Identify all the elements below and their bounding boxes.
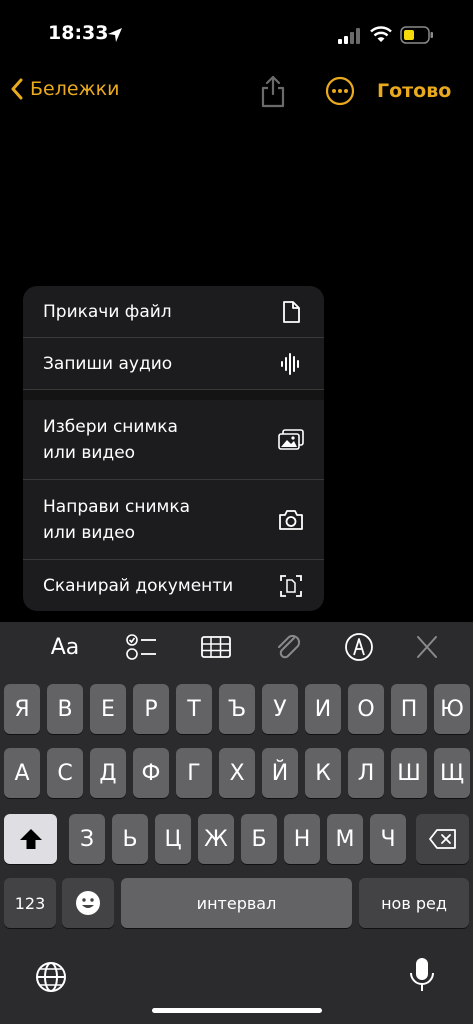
close-icon[interactable] xyxy=(410,632,444,662)
scan-document-icon xyxy=(278,573,304,599)
key[interactable]: П xyxy=(391,684,427,734)
menu-item-label: Прикачи файл xyxy=(43,301,172,322)
markup-pen-icon[interactable] xyxy=(342,632,376,662)
key[interactable]: Л xyxy=(348,748,384,798)
keyboard: Я В Е Р Т Ъ У И О П Ю А С Д Ф Г Х Й К Л … xyxy=(0,672,473,1024)
formatting-toolbar: Aa xyxy=(0,622,473,672)
key[interactable]: Х xyxy=(219,748,255,798)
key[interactable]: Й xyxy=(262,748,298,798)
home-indicator xyxy=(152,1008,322,1013)
key[interactable]: Г xyxy=(176,748,212,798)
back-label: Бележки xyxy=(30,78,120,100)
key[interactable]: Д xyxy=(90,748,126,798)
menu-item-choose-photo[interactable]: Избери снимка или видео xyxy=(23,400,324,480)
return-key[interactable]: нов ред xyxy=(359,878,469,928)
more-options-icon[interactable] xyxy=(325,76,355,106)
key[interactable]: Е xyxy=(90,684,126,734)
key[interactable]: Т xyxy=(176,684,212,734)
menu-item-label: Направи снимка или видео xyxy=(43,496,191,543)
waveform-icon xyxy=(278,351,304,377)
photo-icon xyxy=(278,427,304,453)
backspace-key[interactable] xyxy=(416,814,469,864)
key[interactable]: М xyxy=(327,814,363,864)
attachment-menu: Прикачи файл Запиши аудио Избери снимка … xyxy=(23,286,324,611)
menu-item-label: Сканирай документи xyxy=(43,575,234,596)
key[interactable]: Ю xyxy=(434,684,470,734)
signal-icon xyxy=(338,28,360,44)
table-icon[interactable] xyxy=(199,632,233,662)
key[interactable]: К xyxy=(305,748,341,798)
checklist-icon[interactable] xyxy=(124,632,158,662)
chevron-left-icon xyxy=(11,78,23,100)
key[interactable]: О xyxy=(348,684,384,734)
key[interactable]: У xyxy=(262,684,298,734)
key[interactable]: Щ xyxy=(434,748,470,798)
menu-item-label: Запиши аудио xyxy=(43,353,173,374)
key[interactable]: Я xyxy=(4,684,40,734)
key[interactable]: Б xyxy=(241,814,277,864)
menu-item-attach-file[interactable]: Прикачи файл xyxy=(23,286,324,338)
space-key[interactable]: интервал xyxy=(121,878,352,928)
menu-item-record-audio[interactable]: Запиши аудио xyxy=(23,338,324,390)
key[interactable]: И xyxy=(305,684,341,734)
shift-key[interactable] xyxy=(4,814,57,864)
status-time: 18:33 xyxy=(48,22,109,44)
key[interactable]: Ч xyxy=(370,814,406,864)
key[interactable]: Ь xyxy=(112,814,148,864)
microphone-icon[interactable] xyxy=(408,956,436,994)
menu-item-scan-documents[interactable]: Сканирай документи xyxy=(23,560,324,611)
document-icon xyxy=(278,299,304,325)
key[interactable]: С xyxy=(47,748,83,798)
emoji-icon xyxy=(76,891,100,915)
key[interactable]: А xyxy=(4,748,40,798)
key[interactable]: Ц xyxy=(155,814,191,864)
key[interactable]: Ъ xyxy=(219,684,255,734)
done-button[interactable]: Готово xyxy=(377,80,451,102)
key[interactable]: Н xyxy=(284,814,320,864)
battery-icon xyxy=(400,26,433,44)
navigation-bar: Бележки Готово xyxy=(0,70,473,114)
shift-arrow-icon xyxy=(19,829,42,849)
paperclip-icon[interactable] xyxy=(272,632,306,662)
key[interactable]: Ш xyxy=(391,748,427,798)
location-arrow-icon xyxy=(108,28,122,42)
key[interactable]: Ж xyxy=(198,814,234,864)
backspace-icon xyxy=(428,829,456,849)
numbers-key[interactable]: 123 xyxy=(4,878,56,928)
wifi-icon xyxy=(370,26,392,42)
emoji-key[interactable] xyxy=(62,878,114,928)
status-bar: 18:33 xyxy=(0,0,473,70)
key[interactable]: Ф xyxy=(133,748,169,798)
menu-item-take-photo[interactable]: Направи снимка или видео xyxy=(23,480,324,560)
key[interactable]: З xyxy=(69,814,105,864)
share-icon[interactable] xyxy=(258,74,288,108)
globe-icon[interactable] xyxy=(34,960,68,994)
menu-item-label: Избери снимка или видео xyxy=(43,416,178,463)
key[interactable]: Р xyxy=(133,684,169,734)
menu-divider xyxy=(23,390,324,400)
back-button[interactable]: Бележки xyxy=(10,78,120,100)
camera-icon xyxy=(278,507,304,533)
key[interactable]: В xyxy=(47,684,83,734)
format-text-button[interactable]: Aa xyxy=(48,632,82,662)
